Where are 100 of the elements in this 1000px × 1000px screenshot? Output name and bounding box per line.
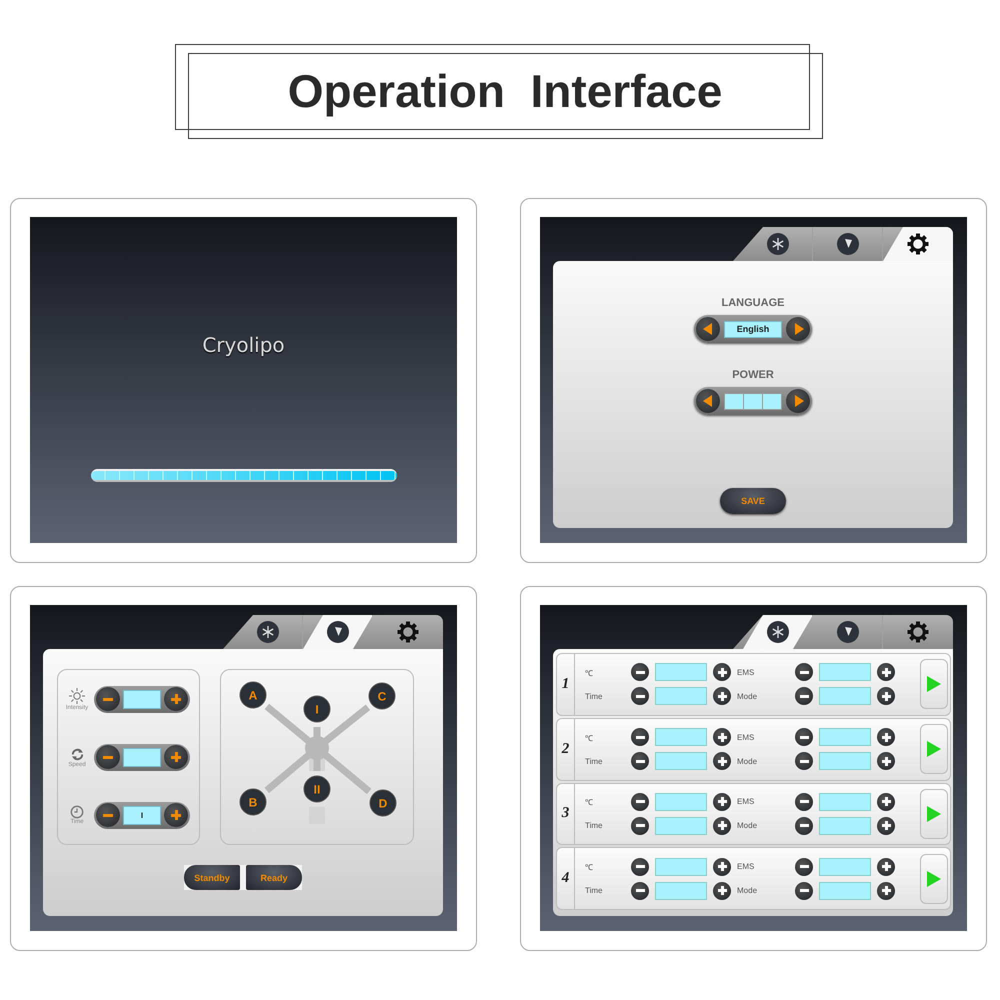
brand-name: Cryolipo [202,333,285,357]
plus-icon [882,862,890,872]
setting-label: Mode [737,886,758,896]
plus-button[interactable] [713,752,731,770]
value-display [655,792,707,811]
value-display [819,858,871,876]
power-label: POWER [732,369,774,381]
minus-icon [636,865,644,868]
minus-button[interactable] [795,752,813,770]
language-label: LANGUAGE [722,297,784,309]
minus-button[interactable] [795,816,813,835]
minus-icon [800,736,808,739]
minus-button[interactable] [631,728,649,746]
plus-button[interactable] [877,792,895,811]
plus-button[interactable] [877,663,895,682]
plus-button[interactable] [713,687,731,706]
power-display [724,392,782,410]
minus-button[interactable] [795,663,813,682]
minus-button[interactable] [96,745,120,769]
minus-icon [636,736,644,739]
minus-icon [800,760,808,763]
minus-icon [103,698,113,700]
setting-label: EMS [737,732,756,742]
minus-button[interactable] [631,858,649,876]
minus-icon [636,824,644,828]
plus-button[interactable] [877,728,895,746]
setting-label: Mode [737,821,758,830]
mode-button[interactable]: Ready [246,865,302,890]
next-button[interactable] [786,389,810,413]
plus-button[interactable] [877,816,895,835]
snowflake-icon [256,621,278,643]
plus-button[interactable] [164,745,188,769]
setting-label: Time [585,886,604,896]
tab[interactable] [303,615,373,649]
next-button[interactable] [786,317,810,341]
plus-icon [882,668,890,677]
plus-button[interactable] [164,687,188,711]
right-arrow-icon [794,395,804,407]
minus-button[interactable] [631,687,649,706]
minus-button[interactable] [631,663,649,682]
mode-button[interactable]: Standby [184,865,240,890]
plus-button[interactable] [713,792,731,811]
previous-button[interactable] [696,317,720,341]
save-button[interactable]: SAVE [720,488,786,514]
minus-button[interactable] [631,752,649,770]
minus-button[interactable] [795,882,813,900]
previous-button[interactable] [696,389,720,413]
minus-icon [636,694,644,698]
plus-button[interactable] [713,816,731,835]
plus-icon [882,797,890,806]
snowflake-icon [766,233,788,255]
plus-icon [882,732,890,742]
minus-button[interactable] [795,728,813,746]
minus-icon [103,756,113,758]
minus-button[interactable] [795,792,813,811]
value-display [655,687,707,706]
plus-button[interactable] [877,752,895,770]
minus-icon [636,670,644,674]
value-display [655,752,707,770]
play-icon [927,741,941,758]
minus-button[interactable] [795,858,813,876]
tab[interactable] [883,227,953,261]
minus-icon [636,760,644,763]
setting-label: ℃ [585,668,594,678]
play-icon [927,870,941,887]
value-display [819,687,871,706]
minus-icon [800,670,808,674]
minus-button[interactable] [631,816,649,835]
minus-button[interactable] [631,792,649,811]
minus-button[interactable] [96,803,120,827]
value-display: I [123,806,161,824]
value-display [123,748,161,766]
plus-button[interactable] [877,858,895,876]
channel-number: 2 [557,718,575,780]
channel-number: 3 [557,784,575,844]
plus-button[interactable] [877,882,895,900]
plus-button[interactable] [713,858,731,876]
setting-label: Mode [737,756,758,766]
plus-button[interactable] [877,687,895,706]
clock-icon [70,805,84,819]
minus-button[interactable] [795,687,813,706]
minus-icon [800,889,808,892]
plus-button[interactable] [713,882,731,900]
minus-icon [800,694,808,698]
minus-button[interactable] [96,687,120,711]
minus-icon [636,800,644,804]
minus-icon [103,814,113,816]
sun-icon [68,687,86,705]
plus-button[interactable] [713,663,731,682]
value-display [123,690,161,708]
language-value: English [724,320,782,338]
value-display [655,728,707,746]
value-display [655,882,707,900]
value-display [819,663,871,682]
plus-button[interactable] [164,803,188,827]
setting-label: ℃ [585,862,594,872]
snowflake-icon [766,621,788,643]
minus-button[interactable] [631,882,649,900]
plus-button[interactable] [713,728,731,746]
value-display [819,816,871,835]
